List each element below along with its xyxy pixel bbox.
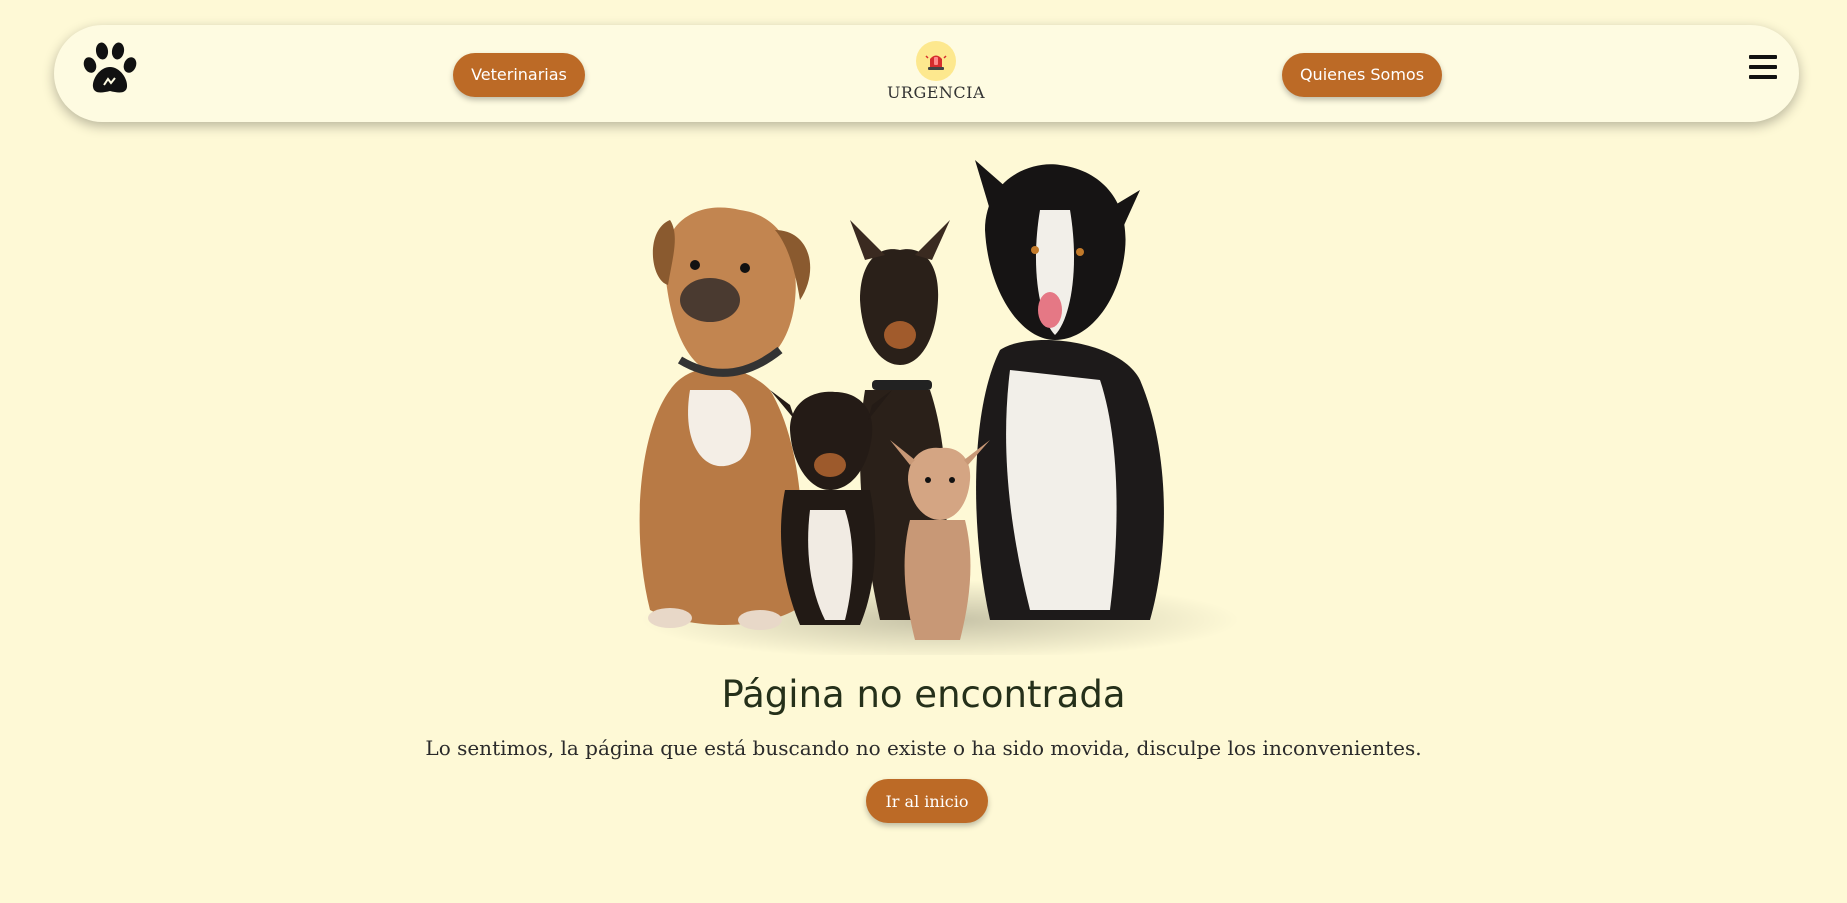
quienes-somos-button[interactable]: Quienes Somos xyxy=(1282,53,1442,97)
urgencia-link[interactable]: URGENCIA xyxy=(886,41,986,102)
urgencia-label: URGENCIA xyxy=(886,83,986,102)
page-title: Página no encontrada xyxy=(721,673,1126,716)
border-collie-dog xyxy=(975,160,1164,620)
paw-icon[interactable] xyxy=(80,41,138,99)
go-home-button[interactable]: Ir al inicio xyxy=(866,779,988,823)
error-message: Lo sentimos, la página que está buscando… xyxy=(425,736,1422,760)
hamburger-menu-icon[interactable] xyxy=(1749,55,1777,85)
dogs-image xyxy=(610,150,1250,660)
veterinarias-button[interactable]: Veterinarias xyxy=(453,53,585,97)
navbar: Veterinarias URGENCIA Quienes Somos xyxy=(54,25,1799,122)
siren-icon xyxy=(916,41,956,81)
